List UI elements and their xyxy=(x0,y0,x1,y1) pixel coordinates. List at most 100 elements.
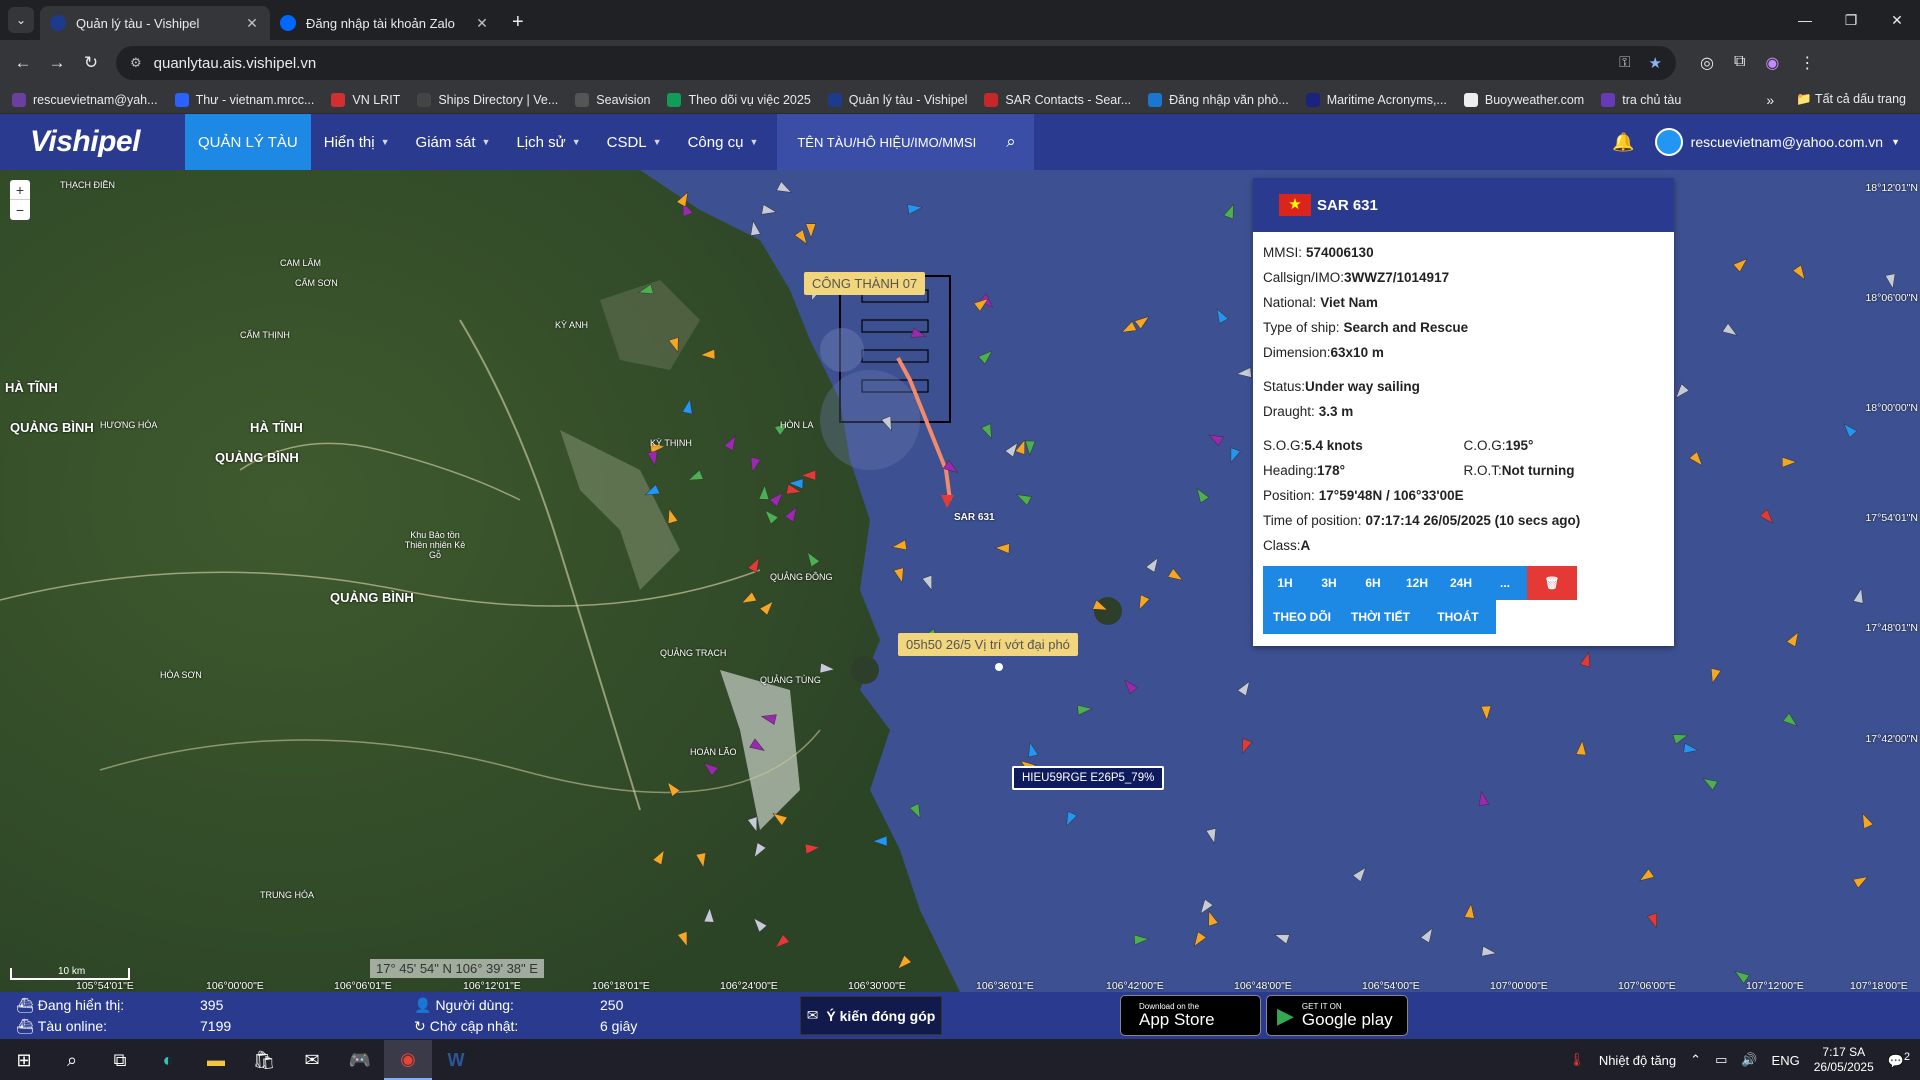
close-tab-icon[interactable]: ✕ xyxy=(244,15,260,32)
ship-marker-icon[interactable] xyxy=(748,220,761,236)
windows-start-icon[interactable]: ⊞ xyxy=(0,1040,48,1080)
menu-hien-thi[interactable]: Hiển thị ▼ xyxy=(311,114,403,170)
bookmark-item[interactable]: Seavision xyxy=(575,92,650,107)
ship-marker-icon[interactable] xyxy=(703,907,715,923)
network-icon[interactable]: ▭ xyxy=(1715,1052,1727,1068)
menu-cong-cu[interactable]: Công cụ ▼ xyxy=(675,114,772,170)
tab-vishipel[interactable]: Quản lý tàu - Vishipel ✕ xyxy=(40,6,270,40)
ship-marker-icon[interactable] xyxy=(1884,273,1897,290)
ship-marker-icon[interactable] xyxy=(1858,812,1874,829)
password-key-icon[interactable]: ⚿ xyxy=(1619,54,1630,72)
tab-search-button[interactable]: ⌄ xyxy=(8,7,34,33)
file-explorer-icon[interactable]: ▬ xyxy=(192,1040,240,1080)
history-6h-button[interactable]: 6H xyxy=(1351,566,1395,600)
ship-marker-icon[interactable] xyxy=(1688,451,1706,469)
ship-name-tag[interactable]: CÔNG THÀNH 07 xyxy=(804,272,926,295)
notification-bell-icon[interactable]: 🔔 xyxy=(1612,132,1634,153)
extensions-icon[interactable]: ⧉ xyxy=(1734,53,1745,73)
ship-marker-icon[interactable] xyxy=(1226,447,1241,465)
xbox-icon[interactable]: 🎮 xyxy=(336,1040,384,1080)
ship-marker-icon[interactable] xyxy=(895,954,912,972)
ship-marker-icon[interactable] xyxy=(723,434,740,452)
ship-marker-icon[interactable] xyxy=(681,398,694,415)
ship-marker-icon[interactable] xyxy=(646,450,660,467)
ship-marker-icon[interactable] xyxy=(784,505,801,523)
ship-marker-icon[interactable] xyxy=(740,591,758,607)
ship-marker-icon[interactable] xyxy=(980,423,996,441)
ship-marker-icon[interactable] xyxy=(1672,383,1690,401)
ship-marker-icon[interactable] xyxy=(921,574,936,592)
weather-text[interactable]: Nhiệt độ tăng xyxy=(1599,1053,1676,1068)
ship-marker-icon[interactable] xyxy=(637,283,654,297)
ship-marker-icon[interactable] xyxy=(819,662,836,674)
ship-marker-icon[interactable] xyxy=(1204,910,1219,927)
volume-icon[interactable]: 🔊 xyxy=(1741,1052,1757,1068)
ship-marker-icon[interactable] xyxy=(770,809,788,826)
bookmark-item[interactable]: Buoyweather.com xyxy=(1463,92,1584,107)
menu-kebab-icon[interactable]: ⋮ xyxy=(1799,53,1815,73)
feedback-button[interactable]: ✉ Ý kiến đóng góp xyxy=(800,996,942,1035)
minimize-icon[interactable]: — xyxy=(1782,0,1828,40)
bookmark-item[interactable]: rescuevietnam@yah... xyxy=(12,92,158,107)
search-icon[interactable]: ⌕ xyxy=(1006,132,1016,152)
menu-quan-ly-tau[interactable]: QUẢN LÝ TÀU xyxy=(185,114,311,170)
ship-marker-icon[interactable] xyxy=(761,204,778,217)
ship-marker-icon[interactable] xyxy=(664,507,679,524)
bookmark-item[interactable]: Ships Directory | Ve... xyxy=(417,92,558,107)
ship-marker-icon[interactable] xyxy=(1238,738,1253,756)
ship-marker-icon[interactable] xyxy=(1464,903,1476,919)
mail-icon[interactable]: ✉ xyxy=(288,1040,336,1080)
bookmark-item[interactable]: Thư - vietnam.mrcc... xyxy=(174,92,314,107)
ship-marker-icon[interactable] xyxy=(677,931,692,948)
ship-marker-icon[interactable] xyxy=(907,202,923,215)
ship-marker-icon[interactable] xyxy=(676,190,693,208)
history-1h-button[interactable]: 1H xyxy=(1263,566,1307,600)
ship-marker-icon[interactable] xyxy=(652,848,669,866)
bookmark-item[interactable]: Quản lý tàu - Vishipel xyxy=(827,92,967,107)
ship-marker-icon[interactable] xyxy=(1205,828,1219,844)
ship-marker-icon[interactable] xyxy=(1206,430,1224,447)
ship-marker-icon[interactable] xyxy=(1646,912,1661,929)
bookmark-item[interactable]: Theo dõi vụ việc 2025 xyxy=(667,92,811,107)
ship-marker-icon[interactable] xyxy=(1092,599,1110,615)
restore-icon[interactable]: ❐ xyxy=(1828,0,1874,40)
ship-marker-icon[interactable] xyxy=(701,759,719,777)
ship-marker-icon[interactable] xyxy=(750,915,768,933)
ship-marker-icon[interactable] xyxy=(668,337,683,353)
edge-icon[interactable]: ◐ xyxy=(144,1040,192,1080)
history-more-button[interactable]: ... xyxy=(1483,566,1527,600)
ship-marker-icon[interactable] xyxy=(1852,587,1866,604)
user-menu[interactable]: rescuevietnam@yahoo.com.vn xyxy=(1691,134,1883,150)
menu-csdl[interactable]: CSDL ▼ xyxy=(594,114,675,170)
all-bookmarks-folder[interactable]: 📁 Tất cả dấu trang xyxy=(1796,92,1906,107)
tab-zalo[interactable]: Đăng nhập tài khoản Zalo ✕ xyxy=(270,6,500,40)
ship-marker-icon[interactable] xyxy=(1420,926,1437,944)
history-24h-button[interactable]: 24H xyxy=(1439,566,1483,600)
profile-icon[interactable]: ◉ xyxy=(1765,53,1779,73)
ship-marker-icon[interactable] xyxy=(772,934,790,951)
ship-marker-icon[interactable] xyxy=(1145,555,1162,573)
ship-marker-icon[interactable] xyxy=(1480,705,1492,721)
ship-marker-icon[interactable] xyxy=(794,229,811,247)
ship-marker-icon[interactable] xyxy=(1481,945,1497,958)
app-store-button[interactable]: Download on the App Store xyxy=(1120,995,1261,1036)
ship-marker-icon[interactable] xyxy=(758,484,770,500)
ship-marker-icon[interactable] xyxy=(1024,440,1036,456)
new-tab-button[interactable]: + xyxy=(512,11,524,34)
ship-marker-icon[interactable] xyxy=(909,803,925,821)
ship-marker-icon[interactable] xyxy=(1193,486,1210,504)
ship-marker-icon[interactable] xyxy=(804,842,821,855)
ship-marker-icon[interactable] xyxy=(1077,704,1093,716)
chevron-up-icon[interactable]: ⌃ xyxy=(1690,1052,1701,1068)
ship-marker-icon[interactable] xyxy=(1237,679,1254,697)
ship-marker-icon[interactable] xyxy=(1792,264,1809,282)
notification-icon[interactable]: 💬2 xyxy=(1888,1051,1910,1069)
ship-marker-icon[interactable] xyxy=(800,469,816,481)
menu-giam-sat[interactable]: Giám sát ▼ xyxy=(403,114,504,170)
ship-marker-icon[interactable] xyxy=(749,738,767,755)
ship-marker-icon[interactable] xyxy=(1223,202,1239,220)
ship-marker-icon[interactable] xyxy=(1120,320,1137,336)
ship-marker-icon[interactable] xyxy=(1637,868,1655,885)
store-icon[interactable]: 🛍 xyxy=(240,1040,288,1080)
chrome-icon[interactable]: ◉ xyxy=(384,1040,432,1080)
